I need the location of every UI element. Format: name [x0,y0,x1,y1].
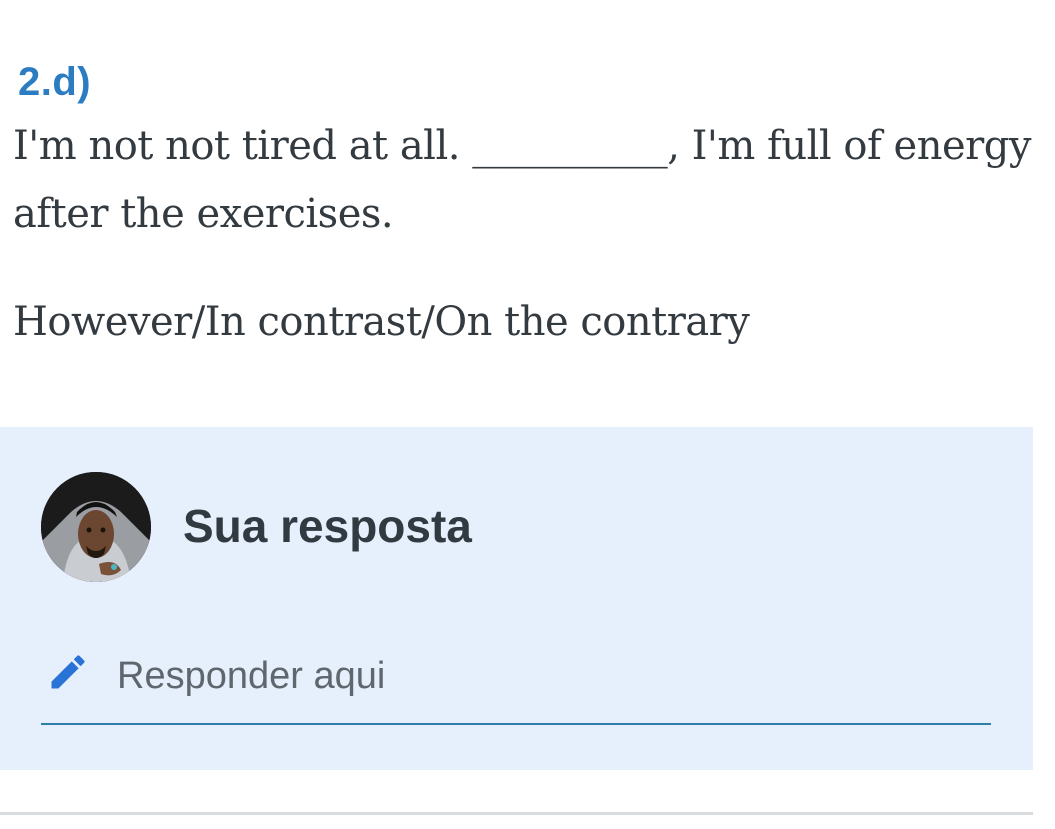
answer-input[interactable] [117,650,977,702]
answer-blank: __________ [472,123,668,169]
question-text: I'm not not tired at all. __________, I'… [13,112,1033,248]
panel-title: Sua resposta [183,500,472,552]
bottom-divider [0,812,1033,815]
pencil-icon [51,655,85,689]
user-avatar[interactable] [41,472,151,582]
question-text-before-blank: I'm not not tired at all. [13,123,473,169]
answer-field[interactable] [41,640,991,725]
question-number: 2.d) [18,60,92,104]
avatar-image [41,472,151,582]
answer-panel: Sua resposta [0,427,1033,770]
answer-options: However/In contrast/On the contrary [13,299,750,345]
